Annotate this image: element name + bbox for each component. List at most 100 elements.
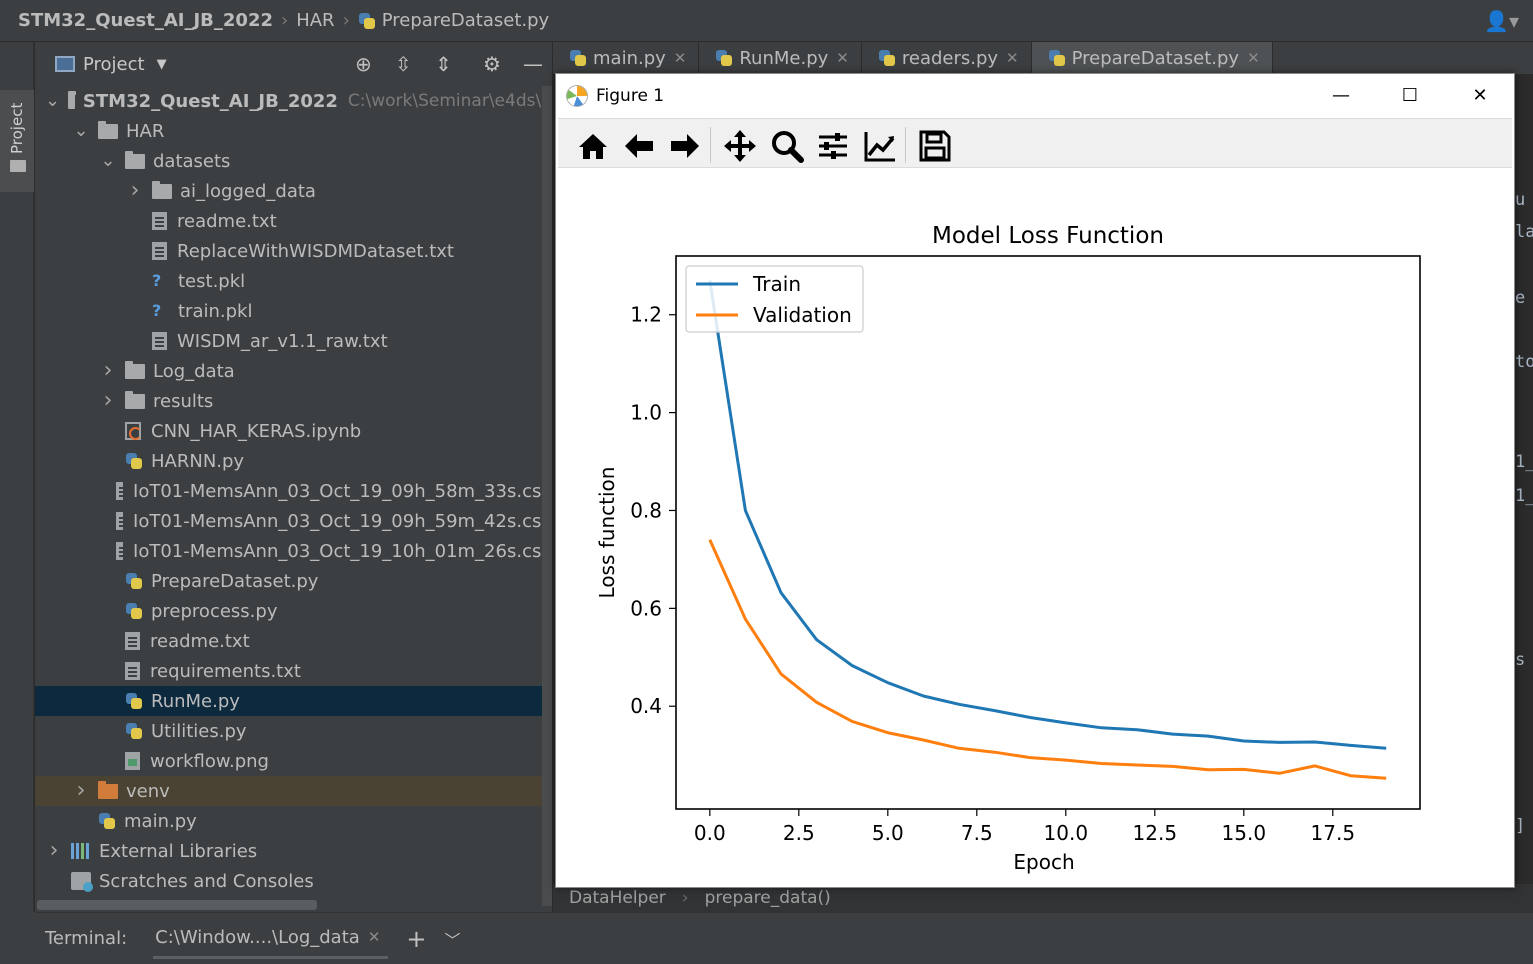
tree-item[interactable]: CNN_HAR_KERAS.ipynb: [35, 416, 552, 446]
code-breadcrumb-function[interactable]: prepare_data(): [705, 888, 831, 908]
figure-titlebar[interactable]: Figure 1 — ☐ ✕: [556, 74, 1514, 118]
tree-item[interactable]: RunMe.py: [35, 686, 552, 716]
vertical-scrollbar[interactable]: [542, 86, 552, 906]
pan-icon[interactable]: [722, 128, 758, 164]
tree-item[interactable]: PrepareDataset.py: [35, 566, 552, 596]
folder-icon: [152, 180, 172, 199]
chevron-down-icon[interactable]: ⌄: [72, 122, 90, 140]
chevron-down-icon[interactable]: ⌄: [99, 152, 117, 170]
tree-item[interactable]: ? test.pkl: [35, 266, 552, 296]
figure-window: Figure 1 — ☐ ✕ 0.0 2.5 5.0 7.5 10.0 12.5…: [555, 73, 1515, 888]
tree-item[interactable]: main.py: [35, 806, 552, 836]
tree-item[interactable]: readme.txt: [35, 206, 552, 236]
tree-item[interactable]: HARNN.py: [35, 446, 552, 476]
tree-item[interactable]: IoT01-MemsAnn_03_Oct_19_09h_58m_33s.csv: [35, 476, 552, 506]
tree-item[interactable]: IoT01-MemsAnn_03_Oct_19_09h_59m_42s.csv: [35, 506, 552, 536]
folder-icon: [10, 160, 26, 172]
chevron-right-icon[interactable]: ›: [72, 780, 90, 802]
user-icon[interactable]: 👤▾: [1484, 9, 1519, 33]
close-icon[interactable]: ✕: [1247, 49, 1260, 67]
tree-item[interactable]: IoT01-MemsAnn_03_Oct_19_10h_01m_26s.csv: [35, 536, 552, 566]
tree-item[interactable]: Scratches and Consoles: [35, 866, 552, 896]
zoom-icon[interactable]: [769, 128, 805, 164]
python-file-icon: [358, 12, 376, 30]
tree-item[interactable]: › results: [35, 386, 552, 416]
tree-item[interactable]: › venv: [35, 776, 552, 806]
minimize-icon[interactable]: —: [1326, 82, 1356, 110]
breadcrumb-folder[interactable]: HAR: [296, 10, 334, 31]
plus-icon[interactable]: +: [406, 925, 426, 953]
y-tick-label: 0.6: [630, 596, 662, 620]
configure-subplots-icon[interactable]: [815, 128, 851, 164]
back-icon[interactable]: [621, 128, 657, 164]
code-breadcrumb-class[interactable]: DataHelper: [569, 888, 666, 908]
tree-item[interactable]: ⌄ HAR: [35, 116, 552, 146]
breadcrumb-project[interactable]: STM32_Quest_AI_JB_2022: [18, 10, 273, 31]
close-icon[interactable]: ✕: [1465, 82, 1495, 110]
x-tick-label: 17.5: [1311, 821, 1356, 845]
terminal-tab[interactable]: C:\Window....\Log_data ✕: [153, 919, 389, 959]
tree-item[interactable]: ReplaceWithWISDMDataset.txt: [35, 236, 552, 266]
project-tool-label[interactable]: Project: [6, 92, 28, 188]
tree-item[interactable]: readme.txt: [35, 626, 552, 656]
horizontal-scrollbar[interactable]: [37, 900, 317, 910]
python-file-icon: [125, 452, 143, 470]
chevron-right-icon[interactable]: ›: [126, 180, 144, 202]
panel-title[interactable]: Project: [83, 54, 145, 75]
editor-tab[interactable]: PrepareDataset.py ✕: [1031, 42, 1273, 74]
chevron-right-icon[interactable]: ›: [99, 390, 117, 412]
chevron-down-icon[interactable]: ▼: [157, 57, 167, 72]
editor-tab[interactable]: main.py ✕: [553, 42, 700, 74]
y-tick-label: 1.2: [630, 303, 662, 327]
tree-item[interactable]: WISDM_ar_v1.1_raw.txt: [35, 326, 552, 356]
tree-item[interactable]: ⌄ datasets: [35, 146, 552, 176]
tree-item[interactable]: › Log_data: [35, 356, 552, 386]
chevron-down-icon[interactable]: ﹀: [445, 927, 461, 951]
text-file-icon: [115, 542, 129, 560]
plot-area[interactable]: 0.0 2.5 5.0 7.5 10.0 12.5 15.0 17.5 0.4 0.6 0.8 1.0…: [556, 170, 1514, 887]
edit-axis-icon[interactable]: [862, 128, 898, 164]
tree-item[interactable]: Utilities.py: [35, 716, 552, 746]
chevron-down-icon[interactable]: ⌄: [45, 92, 60, 110]
folder-icon: [98, 120, 118, 139]
tree-item[interactable]: preprocess.py: [35, 596, 552, 626]
chevron-right-icon[interactable]: ›: [99, 360, 117, 382]
tree-item[interactable]: ⌄ STM32_Quest_AI_JB_2022 C:\work\Seminar\e…: [35, 86, 552, 116]
editor-tab[interactable]: RunMe.py ✕: [699, 42, 862, 74]
tree-item-label: IoT01-MemsAnn_03_Oct_19_10h_01m_26s.csv: [133, 540, 552, 562]
y-tick-label: 1.0: [630, 401, 662, 425]
collapse-all-icon[interactable]: ⇕: [435, 52, 452, 76]
expand-all-icon[interactable]: ⇳: [395, 52, 412, 76]
tree-item[interactable]: ? train.pkl: [35, 296, 552, 326]
unknown-file-icon: ?: [152, 271, 162, 290]
forward-icon[interactable]: [667, 128, 703, 164]
maximize-icon[interactable]: ☐: [1395, 82, 1425, 110]
x-tick-label: 7.5: [961, 821, 993, 845]
gear-icon[interactable]: ⚙: [483, 52, 501, 76]
breadcrumb-file[interactable]: PrepareDataset.py: [358, 10, 549, 31]
code-fragment: 1_: [1515, 486, 1533, 506]
home-icon[interactable]: [575, 128, 611, 164]
editor-tab[interactable]: readers.py ✕: [862, 42, 1032, 74]
breadcrumb-file-label: PrepareDataset.py: [381, 10, 550, 31]
tree-item-label: datasets: [153, 150, 231, 172]
close-icon[interactable]: ✕: [368, 928, 381, 946]
close-icon[interactable]: ✕: [1006, 49, 1019, 67]
chart-title: Model Loss Function: [932, 223, 1164, 249]
project-tool-text: Project: [8, 102, 26, 154]
save-icon[interactable]: [917, 128, 953, 164]
tree-item[interactable]: workflow.png: [35, 746, 552, 776]
x-tick-label: 15.0: [1222, 821, 1267, 845]
chevron-right-icon[interactable]: ›: [45, 840, 63, 862]
tree-item-label: WISDM_ar_v1.1_raw.txt: [177, 330, 388, 352]
locate-icon[interactable]: ⊕: [355, 52, 372, 76]
project-tree: ⌄ STM32_Quest_AI_JB_2022 C:\work\Seminar\e…: [35, 86, 552, 896]
tree-item[interactable]: › External Libraries: [35, 836, 552, 866]
tree-item[interactable]: requirements.txt: [35, 656, 552, 686]
x-tick-label: 5.0: [872, 821, 904, 845]
tree-item[interactable]: › ai_logged_data: [35, 176, 552, 206]
hide-icon[interactable]: —: [523, 52, 543, 76]
close-icon[interactable]: ✕: [836, 49, 849, 67]
close-icon[interactable]: ✕: [674, 49, 687, 67]
y-tick-label: 0.4: [630, 694, 662, 718]
